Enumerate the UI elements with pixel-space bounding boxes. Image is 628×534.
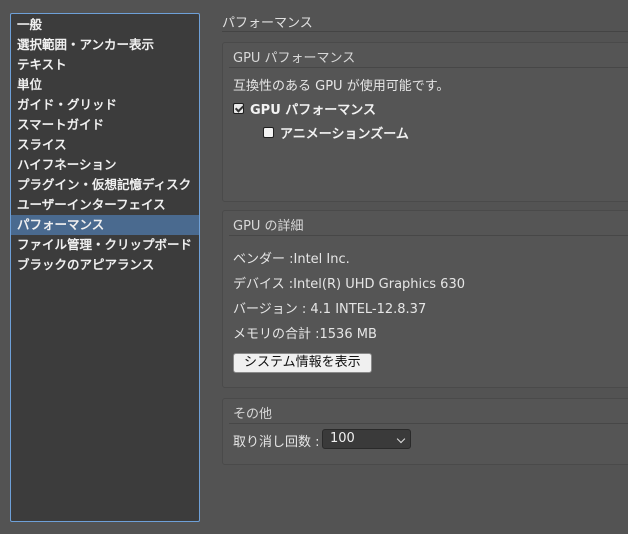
group-divider xyxy=(229,423,628,424)
other-group-title: その他 xyxy=(233,407,273,422)
sidebar-item-performance[interactable]: パフォーマンス xyxy=(11,215,199,235)
gpu-performance-checkbox-label[interactable]: GPU パフォーマンス xyxy=(250,99,376,118)
other-group: その他 取り消し回数 : 100 xyxy=(222,398,628,465)
gpu-version-text: バージョン : 4.1 INTEL-12.8.37 xyxy=(233,302,427,317)
chevron-down-icon xyxy=(396,434,406,444)
gpu-memory-text: メモリの合計 :1536 MB xyxy=(233,327,377,342)
page-title: パフォーマンス xyxy=(222,16,313,31)
gpu-performance-group-title: GPU パフォーマンス xyxy=(233,51,356,66)
sidebar-item-units[interactable]: 単位 xyxy=(11,75,199,95)
title-divider xyxy=(222,31,628,32)
gpu-vendor-text: ベンダー :Intel Inc. xyxy=(233,252,350,267)
sidebar-item-smart-guides[interactable]: スマートガイド xyxy=(11,115,199,135)
preferences-window: 一般 選択範囲・アンカー表示 テキスト 単位 ガイド・グリッド スマートガイド … xyxy=(0,0,628,534)
undo-count-value: 100 xyxy=(330,431,355,446)
gpu-details-group-title: GPU の詳細 xyxy=(233,219,304,234)
gpu-status-text: 互換性のある GPU が使用可能です。 xyxy=(233,79,450,94)
animation-zoom-checkbox[interactable] xyxy=(263,127,274,138)
preferences-sidebar: 一般 選択範囲・アンカー表示 テキスト 単位 ガイド・グリッド スマートガイド … xyxy=(10,13,200,522)
group-divider xyxy=(229,235,628,236)
group-divider xyxy=(229,67,628,68)
gpu-performance-group: GPU パフォーマンス 互換性のある GPU が使用可能です。 GPU パフォー… xyxy=(222,42,628,202)
sidebar-item-text[interactable]: テキスト xyxy=(11,55,199,75)
sidebar-item-general[interactable]: 一般 xyxy=(11,15,199,35)
show-system-info-button[interactable]: システム情報を表示 xyxy=(233,353,372,373)
gpu-performance-checkbox[interactable] xyxy=(233,103,244,114)
sidebar-item-plugins-scratch-disks[interactable]: プラグイン・仮想記憶ディスク xyxy=(11,175,199,195)
gpu-device-text: デバイス :Intel(R) UHD Graphics 630 xyxy=(233,277,465,292)
sidebar-item-file-handling-clipboard[interactable]: ファイル管理・クリップボード xyxy=(11,235,199,255)
undo-count-select[interactable]: 100 xyxy=(322,429,411,449)
sidebar-item-user-interface[interactable]: ユーザーインターフェイス xyxy=(11,195,199,215)
undo-count-label: 取り消し回数 : xyxy=(233,435,320,450)
sidebar-item-selection-anchor[interactable]: 選択範囲・アンカー表示 xyxy=(11,35,199,55)
gpu-details-group: GPU の詳細 ベンダー :Intel Inc. デバイス :Intel(R) … xyxy=(222,210,628,388)
sidebar-item-hyphenation[interactable]: ハイフネーション xyxy=(11,155,199,175)
sidebar-item-black-appearance[interactable]: ブラックのアピアランス xyxy=(11,255,199,275)
animation-zoom-checkbox-label[interactable]: アニメーションズーム xyxy=(280,123,409,142)
sidebar-item-guides-grid[interactable]: ガイド・グリッド xyxy=(11,95,199,115)
sidebar-item-slices[interactable]: スライス xyxy=(11,135,199,155)
